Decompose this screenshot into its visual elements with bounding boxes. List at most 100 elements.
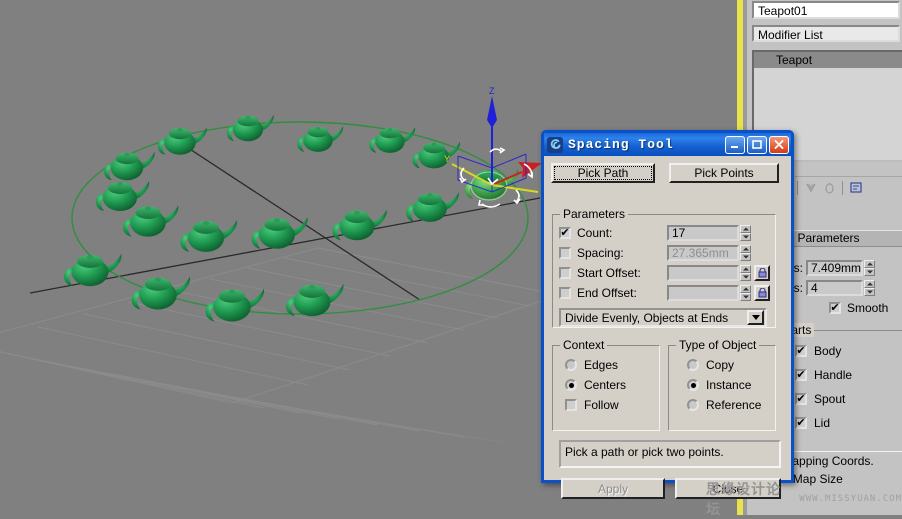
show-end-result-icon[interactable] [802, 180, 819, 197]
copy-radio[interactable] [687, 359, 699, 371]
count-checkbox[interactable] [559, 227, 571, 239]
teapot-instance[interactable] [180, 220, 237, 252]
reference-radio[interactable] [687, 399, 699, 411]
apply-button[interactable]: Apply [561, 478, 665, 499]
context-centers-option[interactable]: Centers [565, 375, 659, 395]
watermark-url: WWW.MISSYUAN.COM [799, 494, 902, 504]
toolbar-separator [797, 181, 798, 195]
follow-checkbox[interactable] [565, 399, 577, 411]
part-spout-row[interactable]: Spout [795, 389, 902, 409]
radius-spinner[interactable] [864, 260, 875, 276]
part-handle-row[interactable]: Handle [795, 365, 902, 385]
type-of-object-group: Type of Object Copy Instance Reference [668, 338, 776, 431]
spacing-row[interactable]: Spacing: 27.365mm [559, 244, 775, 262]
body-label: Body [814, 344, 842, 358]
segments-field[interactable]: 4 [806, 280, 863, 296]
teapot-instance[interactable] [104, 151, 155, 181]
centers-radio[interactable] [565, 379, 577, 391]
copy-label: Copy [706, 358, 735, 372]
maximize-icon[interactable] [747, 135, 767, 154]
teapot-instance[interactable] [226, 114, 274, 142]
teapot-instance[interactable] [286, 283, 344, 317]
context-follow-option[interactable]: Follow [565, 395, 659, 415]
end-offset-lock-icon[interactable] [754, 285, 770, 301]
instance-radio[interactable] [687, 379, 699, 391]
spacing-tool-dialog[interactable]: Spacing Tool Pick Path Pick Points Param… [541, 130, 794, 499]
end-offset-spinner[interactable] [740, 285, 751, 301]
follow-label: Follow [584, 398, 619, 412]
spacing-spinner[interactable] [740, 245, 751, 261]
teapot-instance[interactable] [205, 288, 265, 322]
end-offset-row[interactable]: End Offset: [559, 284, 775, 302]
spacing-field[interactable]: 27.365mm [667, 245, 739, 261]
make-unique-icon[interactable] [821, 180, 838, 197]
end-offset-field[interactable] [667, 285, 739, 301]
context-group-title: Context [560, 338, 608, 352]
start-offset-spinner[interactable] [740, 265, 751, 281]
chevron-down-icon[interactable] [747, 310, 764, 325]
dialog-titlebar[interactable]: Spacing Tool [544, 133, 791, 156]
watermark: 思缘设计论坛 WWW.MISSYUAN.COM [706, 482, 902, 518]
svg-text:Y: Y [444, 154, 450, 164]
distribution-dropdown[interactable]: Divide Evenly, Objects at Ends [559, 308, 767, 327]
handle-checkbox[interactable] [795, 369, 807, 381]
status-message: Pick a path or pick two points. [559, 440, 781, 468]
start-offset-checkbox[interactable] [559, 267, 571, 279]
parameters-group: Parameters Count: 17 Spacing: 27.365mm [552, 207, 776, 328]
count-row[interactable]: Count: 17 [559, 224, 775, 242]
pick-path-button[interactable]: Pick Path [551, 163, 655, 183]
part-body-row[interactable]: Body [795, 341, 902, 361]
context-edges-option[interactable]: Edges [565, 355, 659, 375]
context-group: Context Edges Centers Follow [552, 338, 660, 431]
teapot-instance[interactable] [64, 253, 122, 287]
start-offset-lock-icon[interactable] [754, 265, 770, 281]
start-offset-field[interactable] [667, 265, 739, 281]
edges-radio[interactable] [565, 359, 577, 371]
end-offset-label: End Offset: [577, 286, 637, 300]
parameters-group-title: Parameters [560, 207, 629, 221]
teapot-instance[interactable] [369, 127, 416, 153]
teapot-instance[interactable] [96, 181, 150, 211]
spout-checkbox[interactable] [795, 393, 807, 405]
edges-label: Edges [584, 358, 619, 372]
part-lid-row[interactable]: Lid [795, 413, 902, 433]
spacing-checkbox[interactable] [559, 247, 571, 259]
end-offset-checkbox[interactable] [559, 287, 571, 299]
start-offset-row[interactable]: Start Offset: [559, 264, 775, 282]
watermark-chinese: 思缘设计论坛 [706, 482, 781, 518]
segments-spinner[interactable] [864, 280, 875, 296]
lid-checkbox[interactable] [795, 417, 807, 429]
stack-item-teapot[interactable]: Teapot [754, 52, 902, 68]
pick-points-button[interactable]: Pick Points [669, 163, 779, 183]
body-checkbox[interactable] [795, 345, 807, 357]
smooth-checkbox[interactable] [829, 302, 841, 314]
handle-label: Handle [814, 368, 853, 382]
smooth-label: Smooth [847, 301, 889, 315]
teapot-instance[interactable] [131, 276, 191, 310]
type-reference-option[interactable]: Reference [687, 395, 775, 415]
count-label: Count: [577, 226, 613, 240]
configure-modifier-sets-icon[interactable] [847, 180, 864, 197]
minimize-icon[interactable] [725, 135, 745, 154]
type-of-object-title: Type of Object [676, 338, 760, 352]
type-copy-option[interactable]: Copy [687, 355, 775, 375]
radius-field[interactable]: 7.409mm [806, 260, 863, 276]
close-icon[interactable] [769, 135, 789, 154]
teapot-instance[interactable] [251, 217, 308, 249]
instance-label: Instance [706, 378, 752, 392]
spout-label: Spout [814, 392, 846, 406]
teapot-instance[interactable] [332, 209, 387, 241]
teapot-instance[interactable] [123, 205, 179, 237]
modifier-list-dropdown[interactable]: Modifier List [752, 25, 900, 42]
teapot-instance[interactable] [157, 127, 207, 155]
svg-text:Z: Z [489, 86, 495, 96]
object-name-field[interactable]: Teapot01 [752, 1, 900, 19]
count-spinner[interactable] [740, 225, 751, 241]
spiral-icon [547, 136, 563, 153]
teapot-instance[interactable] [297, 126, 344, 152]
centers-label: Centers [584, 378, 627, 392]
spacing-label: Spacing: [577, 246, 624, 260]
count-field[interactable]: 17 [667, 225, 739, 241]
reference-label: Reference [706, 398, 762, 412]
type-instance-option[interactable]: Instance [687, 375, 775, 395]
